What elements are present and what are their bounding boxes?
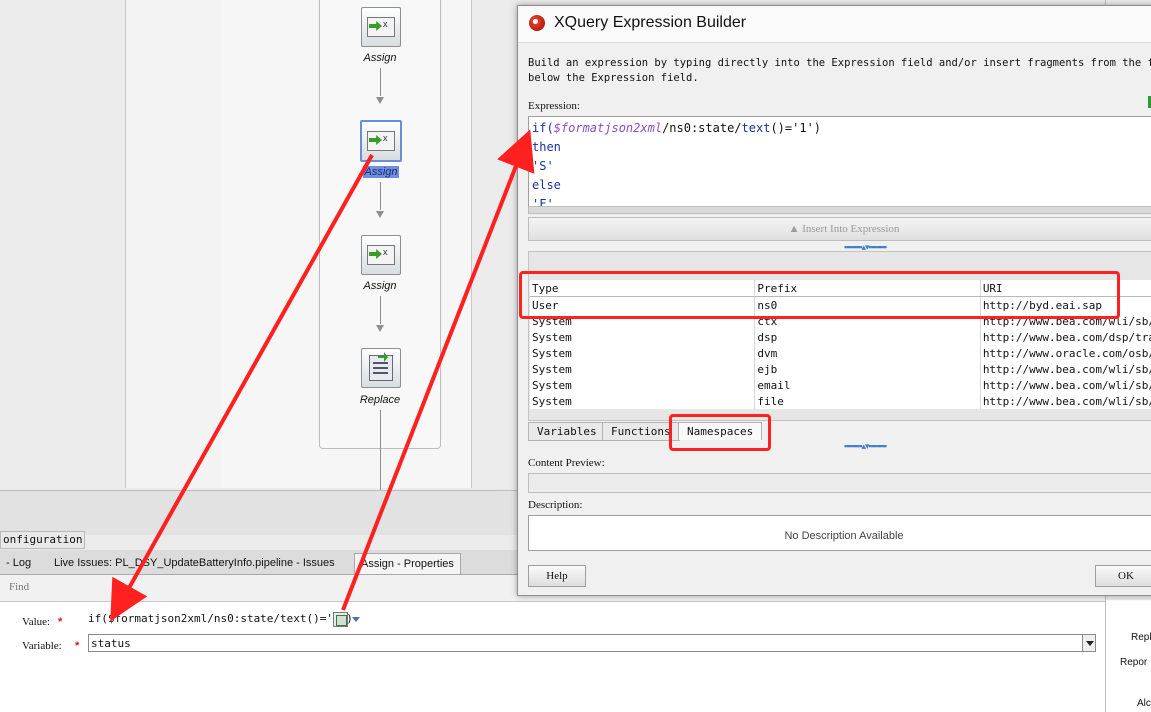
tab-assign-properties[interactable]: Assign - Properties <box>354 553 461 574</box>
chevron-down-icon[interactable] <box>352 617 360 622</box>
variable-dropdown-button[interactable] <box>1082 634 1096 652</box>
value-expression-text[interactable]: if($formatjson2xml/ns0:state/text()='1') <box>88 612 353 625</box>
table-row[interactable]: System file http://www.bea.com/wli/sb/ <box>530 393 1151 409</box>
xquery-expression-builder-dialog: XQuery Expression Builder Build an expre… <box>517 5 1151 596</box>
variable-label: Variable: <box>22 640 62 652</box>
app-logo-icon <box>529 15 545 31</box>
chevron-up-icon: ▲ <box>788 223 803 235</box>
node-label: Replace <box>359 394 401 406</box>
configuration-tab[interactable]: onfiguration <box>0 531 86 549</box>
content-preview-label: Content Preview: <box>528 457 605 469</box>
variable-field[interactable]: status <box>88 634 1084 652</box>
splitter-grip-icon[interactable]: ▪▪▪▪▪▪▪▪▴▾▪▪▪▪▪▪▪▪ <box>844 441 887 452</box>
assign-action-node[interactable]: x <box>361 7 401 47</box>
table-row[interactable]: System email http://www.bea.com/wli/sb/ <box>530 377 1151 393</box>
column-header[interactable]: Prefix <box>754 280 981 297</box>
side-panel-text: Repor <box>1120 657 1148 668</box>
dialog-title: XQuery Expression Builder <box>554 14 747 31</box>
expression-label: Expression: <box>528 100 580 112</box>
node-label: Assign <box>363 166 399 178</box>
required-marker: * <box>58 616 63 628</box>
table-header-row: Type Prefix URI <box>530 280 1151 297</box>
table-row[interactable]: System dsp http://www.bea.com/dsp/tra <box>530 329 1151 345</box>
assign-action-node[interactable]: x <box>361 235 401 275</box>
value-label: Value: <box>22 616 51 628</box>
tab-live-issues[interactable]: Live Issues: PL_DSY_UpdateBatteryInfo.pi… <box>48 553 341 573</box>
table-row[interactable]: System ctx http://www.bea.com/wli/sb/ <box>530 313 1151 329</box>
required-marker: * <box>75 640 80 652</box>
content-preview-box <box>528 473 1151 493</box>
description-box: No Description Available <box>528 515 1151 551</box>
column-header[interactable]: Type <box>530 280 756 297</box>
node-label: Assign <box>363 52 397 64</box>
expression-builder-icon <box>336 615 347 626</box>
replace-icon <box>369 352 393 381</box>
expression-scrollbar[interactable] <box>528 206 1151 214</box>
tab-namespaces[interactable]: Namespaces <box>678 422 763 440</box>
assign-icon: x <box>367 17 395 37</box>
pipeline-canvas[interactable]: x Assign x Assign x Assign Replace <box>0 0 497 490</box>
assign-icon: x <box>367 131 395 151</box>
table-row[interactable]: User ns0 http://byd.eai.sap <box>530 296 1151 313</box>
help-button[interactable]: Help <box>528 565 586 587</box>
dialog-title-bar[interactable]: XQuery Expression Builder <box>518 6 1151 43</box>
tab-log[interactable]: - Log <box>0 553 37 573</box>
config-strip <box>0 490 517 535</box>
column-header[interactable]: URI <box>980 280 1151 297</box>
side-panel-text: Repl <box>1131 632 1151 643</box>
table-row[interactable]: System dvm http://www.oracle.com/osb/ <box>530 345 1151 361</box>
side-panel-text: Alc <box>1137 698 1151 709</box>
replace-action-node[interactable] <box>361 348 401 388</box>
expression-builder-button[interactable] <box>333 612 348 627</box>
tab-variables[interactable]: Variables <box>528 422 606 441</box>
instructions-text: Build an expression by typing directly i… <box>528 57 1151 84</box>
expression-editor[interactable]: if($formatjson2xml/ns0:state/text()='1')… <box>528 116 1151 208</box>
assign-action-node-selected[interactable]: x <box>360 120 402 162</box>
node-label: Assign <box>363 280 397 292</box>
description-label: Description: <box>528 499 583 511</box>
insert-into-expression-button[interactable]: ▲ Insert Into Expression <box>528 217 1151 241</box>
flow-arrow <box>376 211 384 218</box>
assign-icon: x <box>367 245 395 265</box>
canvas-column <box>125 0 223 488</box>
ok-button[interactable]: OK <box>1095 565 1151 587</box>
tab-functions[interactable]: Functions <box>602 422 680 441</box>
flow-arrow <box>376 325 384 332</box>
flow-arrow <box>376 97 384 104</box>
table-row[interactable]: System ejb http://www.bea.com/wli/sb/ <box>530 361 1151 377</box>
find-label[interactable]: Find <box>9 581 29 593</box>
namespaces-table: Type Prefix URI User ns0 http://byd.eai.sa… <box>530 280 1151 409</box>
